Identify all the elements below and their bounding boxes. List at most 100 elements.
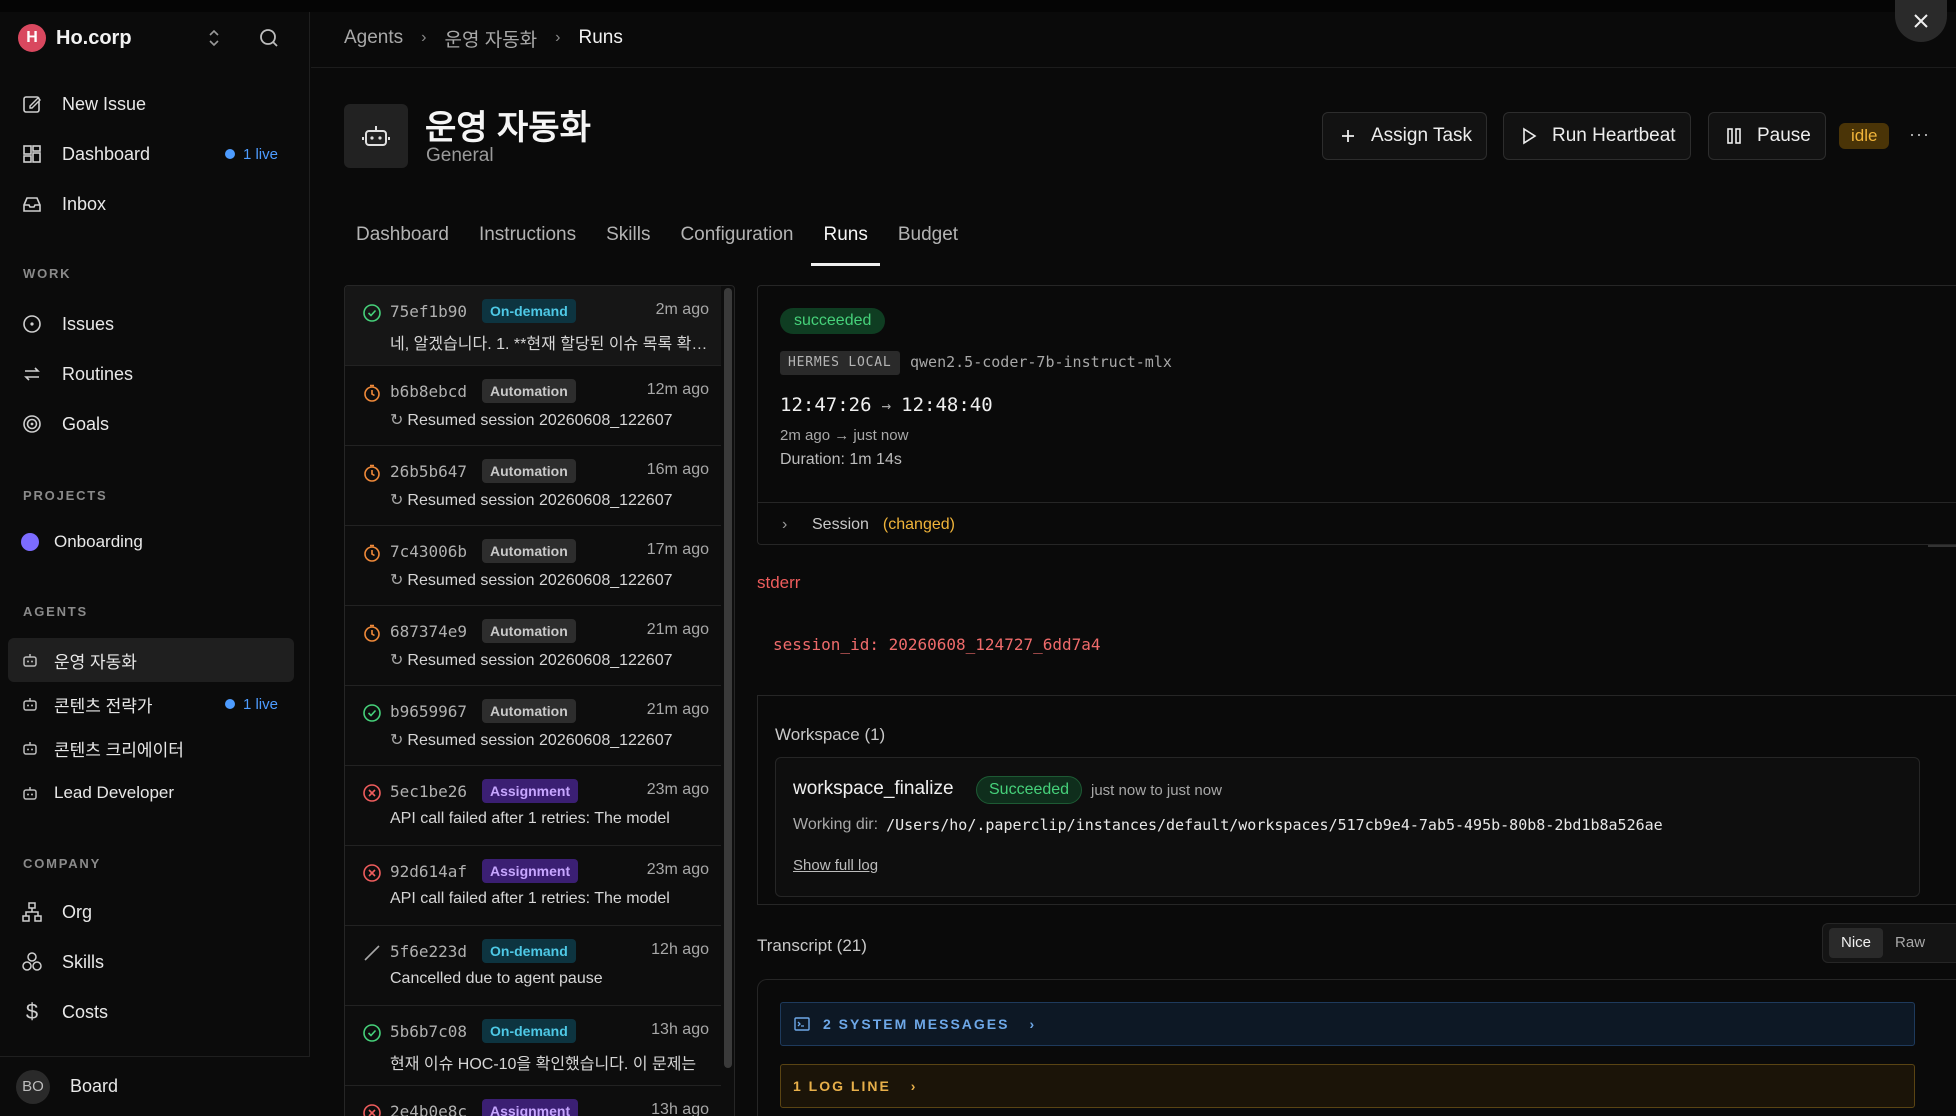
view-mode-toggle: Nice Raw — [1822, 923, 1956, 963]
sidebar: H Ho.corp New Issue Dashboard 1 live Inb… — [0, 12, 310, 1116]
model-name: qwen2.5-coder-7b-instruct-mlx — [910, 353, 1172, 371]
run-time-ago: 21m ago — [646, 701, 709, 718]
show-full-log-link[interactable]: Show full log — [793, 857, 878, 874]
relative-start: 2m ago — [780, 427, 831, 444]
run-message-text: Resumed session 20260608_122607 — [407, 732, 673, 749]
target-icon — [20, 412, 44, 436]
sidebar-item-label: Issues — [62, 313, 115, 334]
run-row[interactable]: 92d614af Assignment 23m ago API call failed… — [345, 846, 721, 926]
sidebar-item-label: Lead Developer — [54, 783, 175, 802]
view-raw-button[interactable]: Raw — [1883, 928, 1937, 958]
timer-icon — [361, 462, 383, 484]
live-badge: 1 live — [224, 696, 278, 713]
working-dir: Working dir: /Users/ho/.paperclip/instan… — [793, 816, 1663, 834]
run-type-badge: Automation — [482, 619, 576, 643]
log-line-toggle[interactable]: 1 LOG LINE › — [780, 1064, 1915, 1108]
play-icon — [1518, 125, 1540, 147]
start-time: 12:47:26 — [780, 394, 872, 416]
run-row[interactable]: 5b6b7c08 On-demand 13h ago 현재 이슈 HOC-10을 확인… — [345, 1006, 721, 1086]
breadcrumb-agents[interactable]: Agents — [344, 27, 403, 49]
resume-icon: ↻ — [390, 412, 404, 429]
run-row[interactable]: 75ef1b90 On-demand 2m ago 네, 알겠습니다. 1. **현재… — [345, 286, 721, 366]
x-circle-icon — [361, 1102, 383, 1116]
workspace-status-badge: Succeeded — [976, 776, 1083, 804]
run-time-ago: 12m ago — [646, 381, 709, 398]
resume-icon: ↻ — [390, 572, 404, 589]
run-heartbeat-button[interactable]: Run Heartbeat — [1503, 112, 1691, 160]
view-nice-button[interactable]: Nice — [1829, 928, 1884, 958]
sidebar-item-new-issue[interactable]: New Issue — [8, 82, 294, 126]
sidebar-agent-content-creator[interactable]: 콘텐츠 크리에이터 — [8, 726, 294, 770]
sidebar-item-dashboard[interactable]: Dashboard 1 live — [8, 132, 294, 176]
sidebar-agent-ops-automation[interactable]: 운영 자동화 — [8, 638, 294, 682]
breadcrumb-agent[interactable]: 운영 자동화 — [444, 25, 537, 52]
scrollbar[interactable] — [1928, 545, 1956, 547]
run-time-ago: 16m ago — [646, 461, 709, 478]
pause-button[interactable]: Pause — [1708, 112, 1826, 160]
tab-dashboard[interactable]: Dashboard — [344, 214, 461, 266]
search-icon[interactable] — [256, 24, 282, 52]
x-circle-icon — [361, 862, 383, 884]
sidebar-item-routines[interactable]: Routines — [8, 352, 294, 396]
timer-icon — [361, 622, 383, 644]
run-time-ago: 13h ago — [651, 1021, 709, 1038]
sidebar-item-inbox[interactable]: Inbox — [8, 182, 294, 226]
sidebar-item-costs[interactable]: $ Costs — [8, 990, 294, 1034]
tab-budget[interactable]: Budget — [886, 214, 970, 266]
workspace-name: workspace_finalize — [793, 778, 954, 799]
divider — [758, 695, 1956, 696]
sidebar-item-goals[interactable]: Goals — [8, 402, 294, 446]
live-dot-icon — [224, 149, 235, 159]
system-messages-toggle[interactable]: 2 SYSTEM MESSAGES › — [780, 1002, 1915, 1046]
workspace-title: Workspace (1) — [775, 725, 886, 744]
robot-icon — [20, 650, 40, 670]
sidebar-item-skills[interactable]: Skills — [8, 940, 294, 984]
run-message: ↻ Resumed session 20260608_122607 — [390, 410, 710, 430]
tab-configuration[interactable]: Configuration — [668, 214, 805, 266]
skills-icon — [20, 950, 44, 974]
run-message-text: Resumed session 20260608_122607 — [407, 412, 673, 429]
run-time-ago: 21m ago — [646, 621, 709, 638]
arrow-right-icon: → — [834, 427, 854, 444]
run-message-text: API call failed after 1 retries: The mod… — [390, 810, 670, 827]
more-options-icon[interactable]: ··· — [1909, 124, 1930, 145]
run-row[interactable]: 5ec1be26 Assignment 23m ago API call failed… — [345, 766, 721, 846]
sidebar-agent-lead-developer[interactable]: Lead Developer — [8, 771, 294, 815]
run-id: b9659967 — [390, 702, 468, 721]
run-row[interactable]: 687374e9 Automation 21m ago ↻ Resumed sessio… — [345, 606, 721, 686]
chevron-right-icon: › — [421, 29, 427, 46]
breadcrumb-current: Runs — [578, 27, 623, 48]
terminal-icon — [793, 1015, 811, 1033]
run-row[interactable]: b6b8ebcd Automation 12m ago ↻ Resumed sessio… — [345, 366, 721, 446]
run-type-badge: Assignment — [482, 1099, 579, 1116]
relative-time: 2m ago → just now — [780, 427, 908, 444]
board-switcher[interactable]: BO Board — [0, 1056, 310, 1116]
sidebar-item-label: Routines — [62, 363, 134, 384]
session-toggle[interactable]: › Session (changed) — [758, 502, 1956, 546]
chevron-right-icon: › — [782, 515, 788, 533]
run-row[interactable]: 26b5b647 Automation 16m ago ↻ Resumed sessio… — [345, 446, 721, 526]
run-row[interactable]: 5f6e223d On-demand 12h ago Cancelled due to… — [345, 926, 721, 1006]
tab-instructions[interactable]: Instructions — [467, 214, 588, 266]
workspace-time: just now to just now — [1091, 782, 1222, 799]
scrollbar[interactable] — [724, 288, 732, 1068]
run-row[interactable]: 2e4b0e8c Assignment 13h ago — [345, 1086, 721, 1116]
sidebar-agent-content-strategist[interactable]: 콘텐츠 전략가 1 live — [8, 682, 294, 726]
resume-icon: ↻ — [390, 732, 404, 749]
live-badge: 1 live — [224, 146, 278, 163]
sidebar-item-org[interactable]: Org — [8, 890, 294, 934]
sidebar-item-issues[interactable]: Issues — [8, 302, 294, 346]
run-summary-card: succeeded HERMES LOCAL qwen2.5-coder-7b-… — [757, 285, 1956, 545]
adapter-badge: HERMES LOCAL — [780, 351, 900, 375]
run-message: 네, 알겠습니다. 1. **현재 할당된 이슈 목록 확인** — [390, 330, 710, 354]
tab-runs[interactable]: Runs — [811, 214, 881, 266]
run-type-badge: Assignment — [482, 779, 579, 803]
run-row[interactable]: b9659967 Automation 21m ago ↻ Resumed sessio… — [345, 686, 721, 766]
chevron-up-down-icon[interactable] — [204, 24, 224, 52]
pause-icon — [1723, 125, 1745, 147]
sidebar-item-onboarding[interactable]: Onboarding — [8, 520, 294, 564]
tab-skills[interactable]: Skills — [594, 214, 662, 266]
divider — [311, 67, 1956, 68]
assign-task-button[interactable]: Assign Task — [1322, 112, 1488, 160]
run-row[interactable]: 7c43006b Automation 17m ago ↻ Resumed sessio… — [345, 526, 721, 606]
